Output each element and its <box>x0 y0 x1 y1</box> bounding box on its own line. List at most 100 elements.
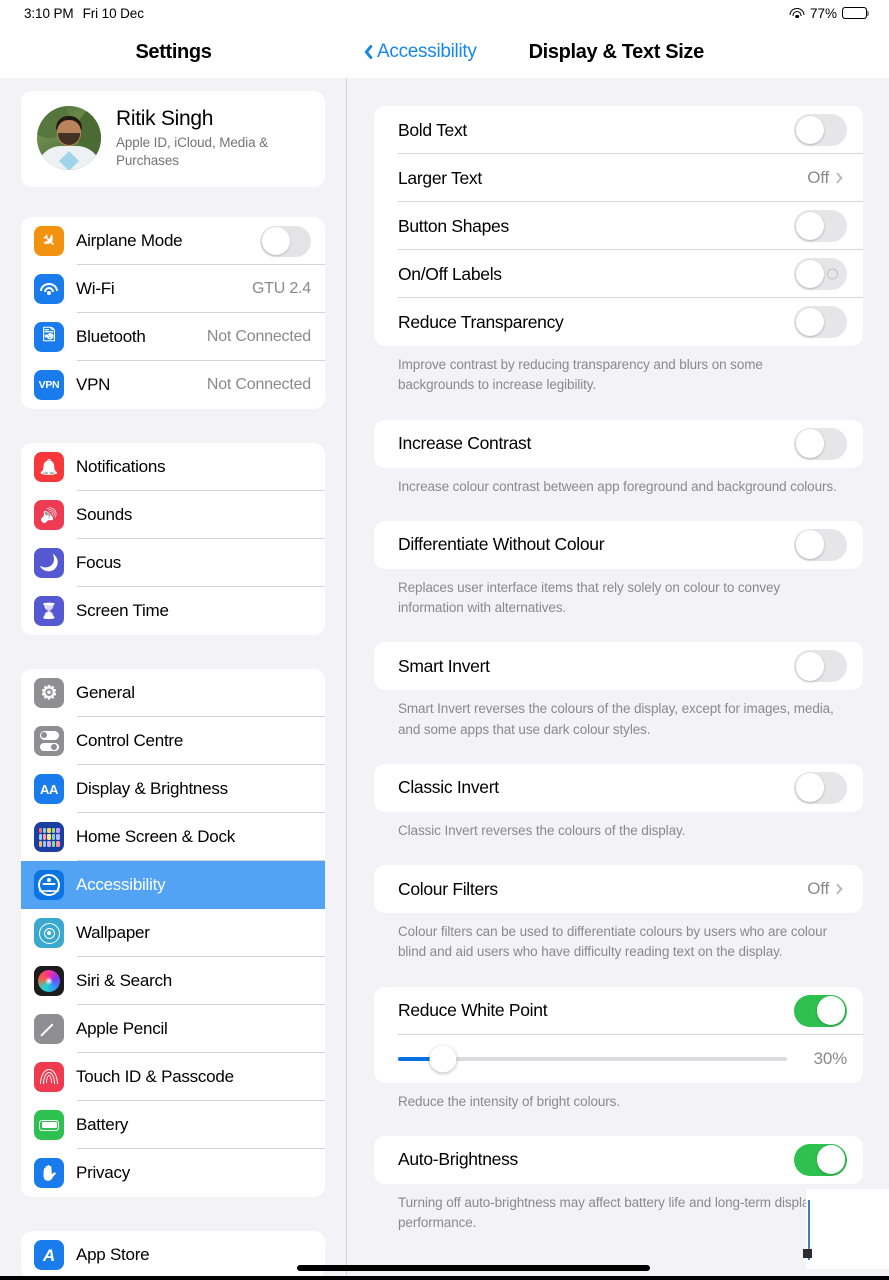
sidebar-item-display-brightness[interactable]: AA Display & Brightness <box>21 765 325 813</box>
white-point-slider-row[interactable]: 30% <box>374 1035 863 1083</box>
setting-row-reduce-white-point[interactable]: Reduce White Point <box>374 987 863 1035</box>
settings-group: Differentiate Without Colour <box>374 520 863 569</box>
page-title: Settings <box>135 40 212 63</box>
increase-contrast-toggle[interactable] <box>794 427 847 460</box>
sidebar-item-label: Display & Brightness <box>76 779 228 798</box>
bell-icon <box>34 452 64 482</box>
account-row[interactable]: Ritik Singh Apple ID, iCloud, Media & Pur… <box>21 91 325 187</box>
section-footnote: Reduce the intensity of bright colours. <box>398 1093 620 1109</box>
setting-label: Bold Text <box>398 119 467 140</box>
white-point-slider[interactable] <box>398 1045 787 1072</box>
slider-thumb[interactable] <box>429 1045 457 1072</box>
status-date: Fri 10 Dec <box>82 5 144 21</box>
smart-invert-toggle[interactable] <box>794 650 847 683</box>
control-centre-icon <box>34 726 64 756</box>
sidebar-item-wi-fi[interactable]: Wi-Fi GTU 2.4 <box>21 265 325 313</box>
sidebar-item-label: Accessibility <box>76 875 166 894</box>
off-label-indicator <box>827 268 838 280</box>
sidebar-item-accessibility[interactable]: Accessibility <box>21 861 325 909</box>
section-footnote: Colour filters can be used to differenti… <box>398 924 827 960</box>
settings-group: Colour Filters Off <box>374 865 863 913</box>
sidebar-item-label: Home Screen & Dock <box>76 827 235 846</box>
sidebar-item-value: Not Connected <box>206 376 311 393</box>
status-bar-left: 3:10 PM Fri 10 Dec <box>0 6 144 21</box>
section-footnote: Increase colour contrast between app for… <box>398 478 837 494</box>
sidebar-item-apple-pencil[interactable]: Apple Pencil <box>21 1005 325 1053</box>
bold-text-toggle[interactable] <box>794 114 847 146</box>
sidebar-group: General Control Centre AA Display & Brightn… <box>21 669 325 1197</box>
differentiate-without-colour-toggle[interactable] <box>794 528 847 561</box>
setting-row-on-off-labels[interactable]: On/Off Labels <box>374 250 863 298</box>
on-off-labels-toggle[interactable] <box>794 258 847 290</box>
hand-icon <box>34 1158 64 1188</box>
sidebar-item-label: Battery <box>76 1115 129 1134</box>
setting-row-smart-invert[interactable]: Smart Invert <box>374 642 863 690</box>
setting-row-bold-text[interactable]: Bold Text <box>374 106 863 154</box>
setting-label: Reduce White Point <box>398 1000 548 1020</box>
section-footnote: Replaces user interface items that rely … <box>398 579 781 615</box>
setting-row-colour-filters[interactable]: Colour Filters Off <box>374 865 863 913</box>
sidebar-item-label: App Store <box>76 1245 150 1264</box>
setting-label: On/Off Labels <box>398 263 502 284</box>
account-card[interactable]: Ritik Singh Apple ID, iCloud, Media & Pur… <box>21 91 325 187</box>
sidebar-item-privacy[interactable]: Privacy <box>21 1149 325 1197</box>
airplane-icon <box>34 226 64 256</box>
settings-group: Bold Text Larger Text Off Button Shapes On/O… <box>374 106 863 346</box>
sidebar-item-label: Sounds <box>76 505 133 524</box>
setting-row-increase-contrast[interactable]: Increase Contrast <box>374 420 863 468</box>
setting-label: Smart Invert <box>398 655 490 676</box>
setting-row-differentiate-without-colour[interactable]: Differentiate Without Colour <box>374 521 863 569</box>
sidebar-item-touch-id-passcode[interactable]: Touch ID & Passcode <box>21 1053 325 1101</box>
accessibility-icon <box>34 870 64 900</box>
setting-row-button-shapes[interactable]: Button Shapes <box>374 202 863 250</box>
sidebar-item-wallpaper[interactable]: Wallpaper <box>21 909 325 957</box>
classic-invert-toggle[interactable] <box>794 771 847 804</box>
sidebar-item-vpn[interactable]: VPN VPN Not Connected <box>21 361 325 409</box>
display-text-size-pane[interactable]: Bold Text Larger Text Off Button Shapes On/O… <box>348 78 889 1280</box>
sidebar-group: A App Store <box>21 1231 325 1279</box>
back-button[interactable]: Accessibility <box>360 41 477 63</box>
sidebar-item-focus[interactable]: Focus <box>21 539 325 587</box>
setting-row-classic-invert[interactable]: Classic Invert <box>374 764 863 812</box>
account-name: Ritik Singh <box>116 106 214 130</box>
chevron-right-icon <box>838 171 847 186</box>
sidebar-item-siri-search[interactable]: Siri & Search <box>21 957 325 1005</box>
sidebar-item-sounds[interactable]: Sounds <box>21 491 325 539</box>
wallpaper-icon <box>34 918 64 948</box>
screen-overlay-artifact <box>806 1189 889 1269</box>
section-footnote: Classic Invert reverses the colours of t… <box>398 822 686 838</box>
sidebar-item-toggle[interactable] <box>260 225 311 257</box>
setting-row-auto-brightness[interactable]: Auto-Brightness <box>374 1136 863 1184</box>
sidebar-item-screen-time[interactable]: Screen Time <box>21 587 325 635</box>
settings-sidebar[interactable]: Ritik Singh Apple ID, iCloud, Media & Pur… <box>0 78 347 1280</box>
siri-icon <box>34 966 64 996</box>
sidebar-item-app-store[interactable]: A App Store <box>21 1231 325 1279</box>
sidebar-item-label: Focus <box>76 553 122 572</box>
sidebar-item-bluetooth[interactable]: Bluetooth Not Connected <box>21 313 325 361</box>
setting-row-larger-text[interactable]: Larger Text Off <box>374 154 863 202</box>
sidebar-item-notifications[interactable]: Notifications <box>21 443 325 491</box>
sidebar-item-home-screen-dock[interactable]: Home Screen & Dock <box>21 813 325 861</box>
auto-brightness-toggle[interactable] <box>794 1143 847 1176</box>
sidebar-navbar: Settings <box>0 26 347 78</box>
button-shapes-toggle[interactable] <box>794 210 847 242</box>
overlay-marker-glyph <box>803 1249 812 1258</box>
sidebar-item-general[interactable]: General <box>21 669 325 717</box>
sidebar-item-control-centre[interactable]: Control Centre <box>21 717 325 765</box>
chevron-left-icon <box>360 43 371 61</box>
back-button-label: Accessibility <box>377 41 477 62</box>
home-indicator[interactable] <box>297 1265 650 1271</box>
ipad-settings-screen: 3:10 PM Fri 10 Dec 77% Settings Accessib… <box>0 0 889 1280</box>
setting-label: Reduce Transparency <box>398 311 564 332</box>
sidebar-item-battery[interactable]: Battery <box>21 1101 325 1149</box>
sidebar-item-airplane-mode[interactable]: Airplane Mode <box>21 217 325 265</box>
setting-label: Increase Contrast <box>398 433 532 453</box>
reduce-white-point-toggle[interactable] <box>794 994 847 1027</box>
setting-row-reduce-transparency[interactable]: Reduce Transparency <box>374 298 863 346</box>
fingerprint-icon <box>34 1062 64 1092</box>
reduce-transparency-toggle[interactable] <box>794 306 847 338</box>
wifi-icon <box>789 7 805 19</box>
account-subtitle: Apple ID, iCloud, Media & Purchases <box>116 134 269 168</box>
avatar <box>37 106 101 170</box>
settings-group: Auto-Brightness <box>374 1135 863 1184</box>
